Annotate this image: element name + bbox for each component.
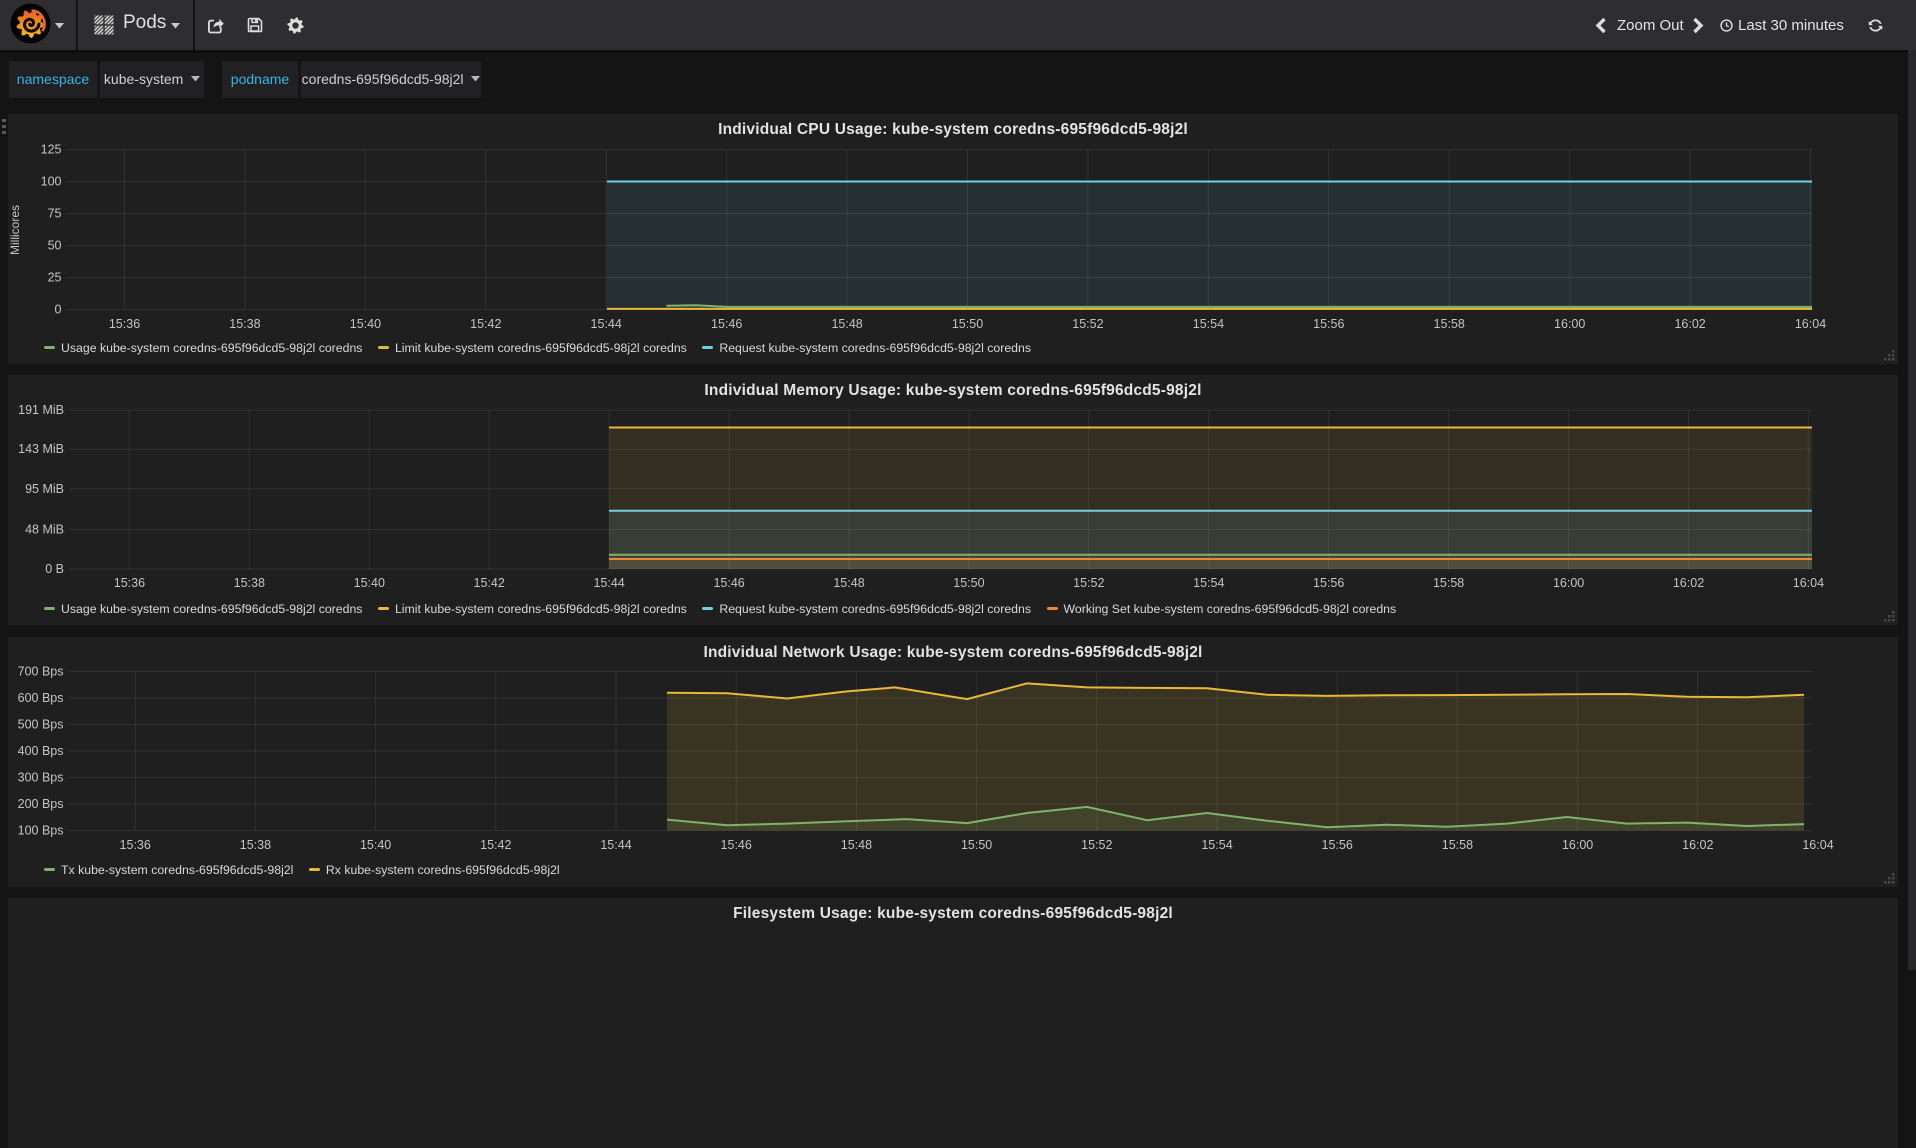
svg-text:600 Bps: 600 Bps bbox=[18, 691, 64, 705]
svg-text:0: 0 bbox=[55, 302, 62, 316]
svg-text:15:44: 15:44 bbox=[593, 576, 624, 590]
svg-text:15:38: 15:38 bbox=[240, 838, 271, 852]
svg-text:16:02: 16:02 bbox=[1682, 838, 1713, 852]
svg-text:15:58: 15:58 bbox=[1433, 576, 1464, 590]
svg-text:191 MiB: 191 MiB bbox=[18, 403, 64, 417]
svg-text:16:04: 16:04 bbox=[1793, 576, 1824, 590]
svg-text:Millicores: Millicores bbox=[8, 204, 22, 254]
svg-text:15:56: 15:56 bbox=[1313, 317, 1344, 331]
svg-text:15:48: 15:48 bbox=[841, 838, 872, 852]
svg-text:15:40: 15:40 bbox=[360, 838, 391, 852]
svg-text:15:42: 15:42 bbox=[470, 317, 501, 331]
svg-text:15:52: 15:52 bbox=[1081, 838, 1112, 852]
svg-text:16:02: 16:02 bbox=[1674, 317, 1705, 331]
svg-text:100 Bps: 100 Bps bbox=[18, 823, 64, 837]
svg-text:15:54: 15:54 bbox=[1193, 576, 1224, 590]
svg-text:75: 75 bbox=[48, 206, 62, 220]
svg-text:15:58: 15:58 bbox=[1434, 317, 1465, 331]
svg-text:15:50: 15:50 bbox=[961, 838, 992, 852]
svg-text:15:44: 15:44 bbox=[591, 317, 622, 331]
svg-text:15:52: 15:52 bbox=[1072, 317, 1103, 331]
svg-text:500 Bps: 500 Bps bbox=[18, 717, 64, 731]
svg-text:15:48: 15:48 bbox=[833, 576, 864, 590]
svg-text:700 Bps: 700 Bps bbox=[18, 664, 64, 678]
svg-text:16:00: 16:00 bbox=[1562, 838, 1593, 852]
svg-text:16:00: 16:00 bbox=[1553, 576, 1584, 590]
svg-text:15:40: 15:40 bbox=[350, 317, 381, 331]
svg-text:200 Bps: 200 Bps bbox=[18, 797, 64, 811]
svg-text:15:36: 15:36 bbox=[120, 838, 151, 852]
svg-text:15:46: 15:46 bbox=[713, 576, 744, 590]
svg-text:15:36: 15:36 bbox=[114, 576, 145, 590]
svg-text:15:52: 15:52 bbox=[1073, 576, 1104, 590]
svg-text:25: 25 bbox=[48, 270, 62, 284]
svg-text:16:00: 16:00 bbox=[1554, 317, 1585, 331]
svg-text:15:56: 15:56 bbox=[1313, 576, 1344, 590]
svg-text:15:44: 15:44 bbox=[600, 838, 631, 852]
svg-text:16:02: 16:02 bbox=[1673, 576, 1704, 590]
svg-text:16:04: 16:04 bbox=[1795, 317, 1826, 331]
svg-text:15:38: 15:38 bbox=[234, 576, 265, 590]
svg-text:15:54: 15:54 bbox=[1201, 838, 1232, 852]
svg-text:100: 100 bbox=[41, 174, 62, 188]
svg-text:95 MiB: 95 MiB bbox=[25, 482, 64, 496]
svg-text:15:50: 15:50 bbox=[953, 576, 984, 590]
svg-text:15:46: 15:46 bbox=[721, 838, 752, 852]
svg-text:15:36: 15:36 bbox=[109, 317, 140, 331]
svg-text:16:04: 16:04 bbox=[1802, 838, 1833, 852]
svg-text:50: 50 bbox=[48, 238, 62, 252]
svg-text:143 MiB: 143 MiB bbox=[18, 442, 64, 456]
svg-text:15:42: 15:42 bbox=[474, 576, 505, 590]
svg-text:125: 125 bbox=[41, 142, 62, 156]
svg-text:15:42: 15:42 bbox=[480, 838, 511, 852]
svg-text:48 MiB: 48 MiB bbox=[25, 523, 64, 537]
svg-text:15:48: 15:48 bbox=[831, 317, 862, 331]
svg-text:15:56: 15:56 bbox=[1322, 838, 1353, 852]
svg-text:0 B: 0 B bbox=[45, 562, 64, 576]
svg-text:15:54: 15:54 bbox=[1193, 317, 1224, 331]
svg-text:15:46: 15:46 bbox=[711, 317, 742, 331]
svg-text:15:58: 15:58 bbox=[1442, 838, 1473, 852]
svg-text:15:50: 15:50 bbox=[952, 317, 983, 331]
svg-text:400 Bps: 400 Bps bbox=[18, 744, 64, 758]
svg-text:15:40: 15:40 bbox=[354, 576, 385, 590]
svg-text:300 Bps: 300 Bps bbox=[18, 770, 64, 784]
svg-text:15:38: 15:38 bbox=[229, 317, 260, 331]
